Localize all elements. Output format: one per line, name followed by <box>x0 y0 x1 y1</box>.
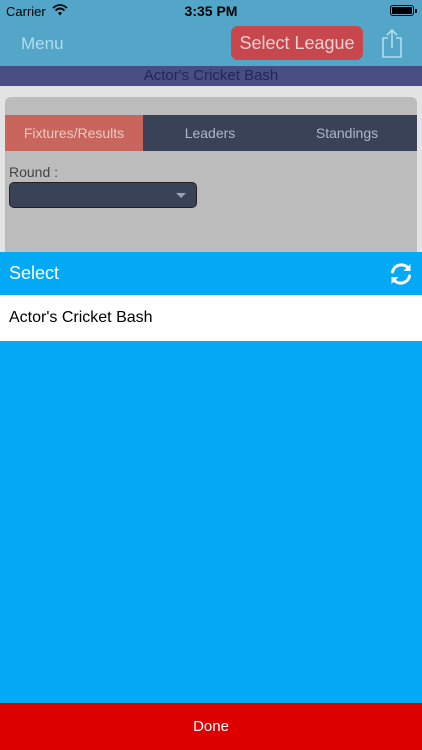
done-button[interactable]: Done <box>0 703 422 750</box>
picker-header: Select <box>0 252 422 295</box>
fixtures-card: Fixtures/Results Leaders Standings Round… <box>5 97 417 252</box>
nav-bar: Menu Select League <box>0 22 422 66</box>
round-dropdown[interactable] <box>9 182 197 208</box>
status-bar: Carrier 3:35 PM <box>0 0 422 22</box>
caret-down-icon <box>176 193 186 198</box>
league-picker-sheet: Select Actor's Cricket Bash <box>0 252 422 750</box>
menu-button[interactable]: Menu <box>21 34 64 54</box>
tab-leaders[interactable]: Leaders <box>143 115 277 151</box>
league-option-label: Actor's Cricket Bash <box>9 309 153 326</box>
refresh-icon[interactable] <box>388 261 414 287</box>
tab-fixtures-results[interactable]: Fixtures/Results <box>5 115 143 151</box>
background-app: Carrier 3:35 PM Menu Select League Actor… <box>0 0 422 252</box>
battery-icon <box>390 5 417 16</box>
league-option[interactable]: Actor's Cricket Bash <box>0 295 422 341</box>
share-icon[interactable] <box>380 28 404 58</box>
round-label: Round : <box>9 164 59 180</box>
league-title: Actor's Cricket Bash <box>0 66 422 86</box>
tab-bar: Fixtures/Results Leaders Standings <box>5 115 417 151</box>
picker-title: Select <box>9 263 60 283</box>
tab-standings[interactable]: Standings <box>277 115 417 151</box>
status-time: 3:35 PM <box>184 3 238 19</box>
select-league-button[interactable]: Select League <box>231 26 363 60</box>
